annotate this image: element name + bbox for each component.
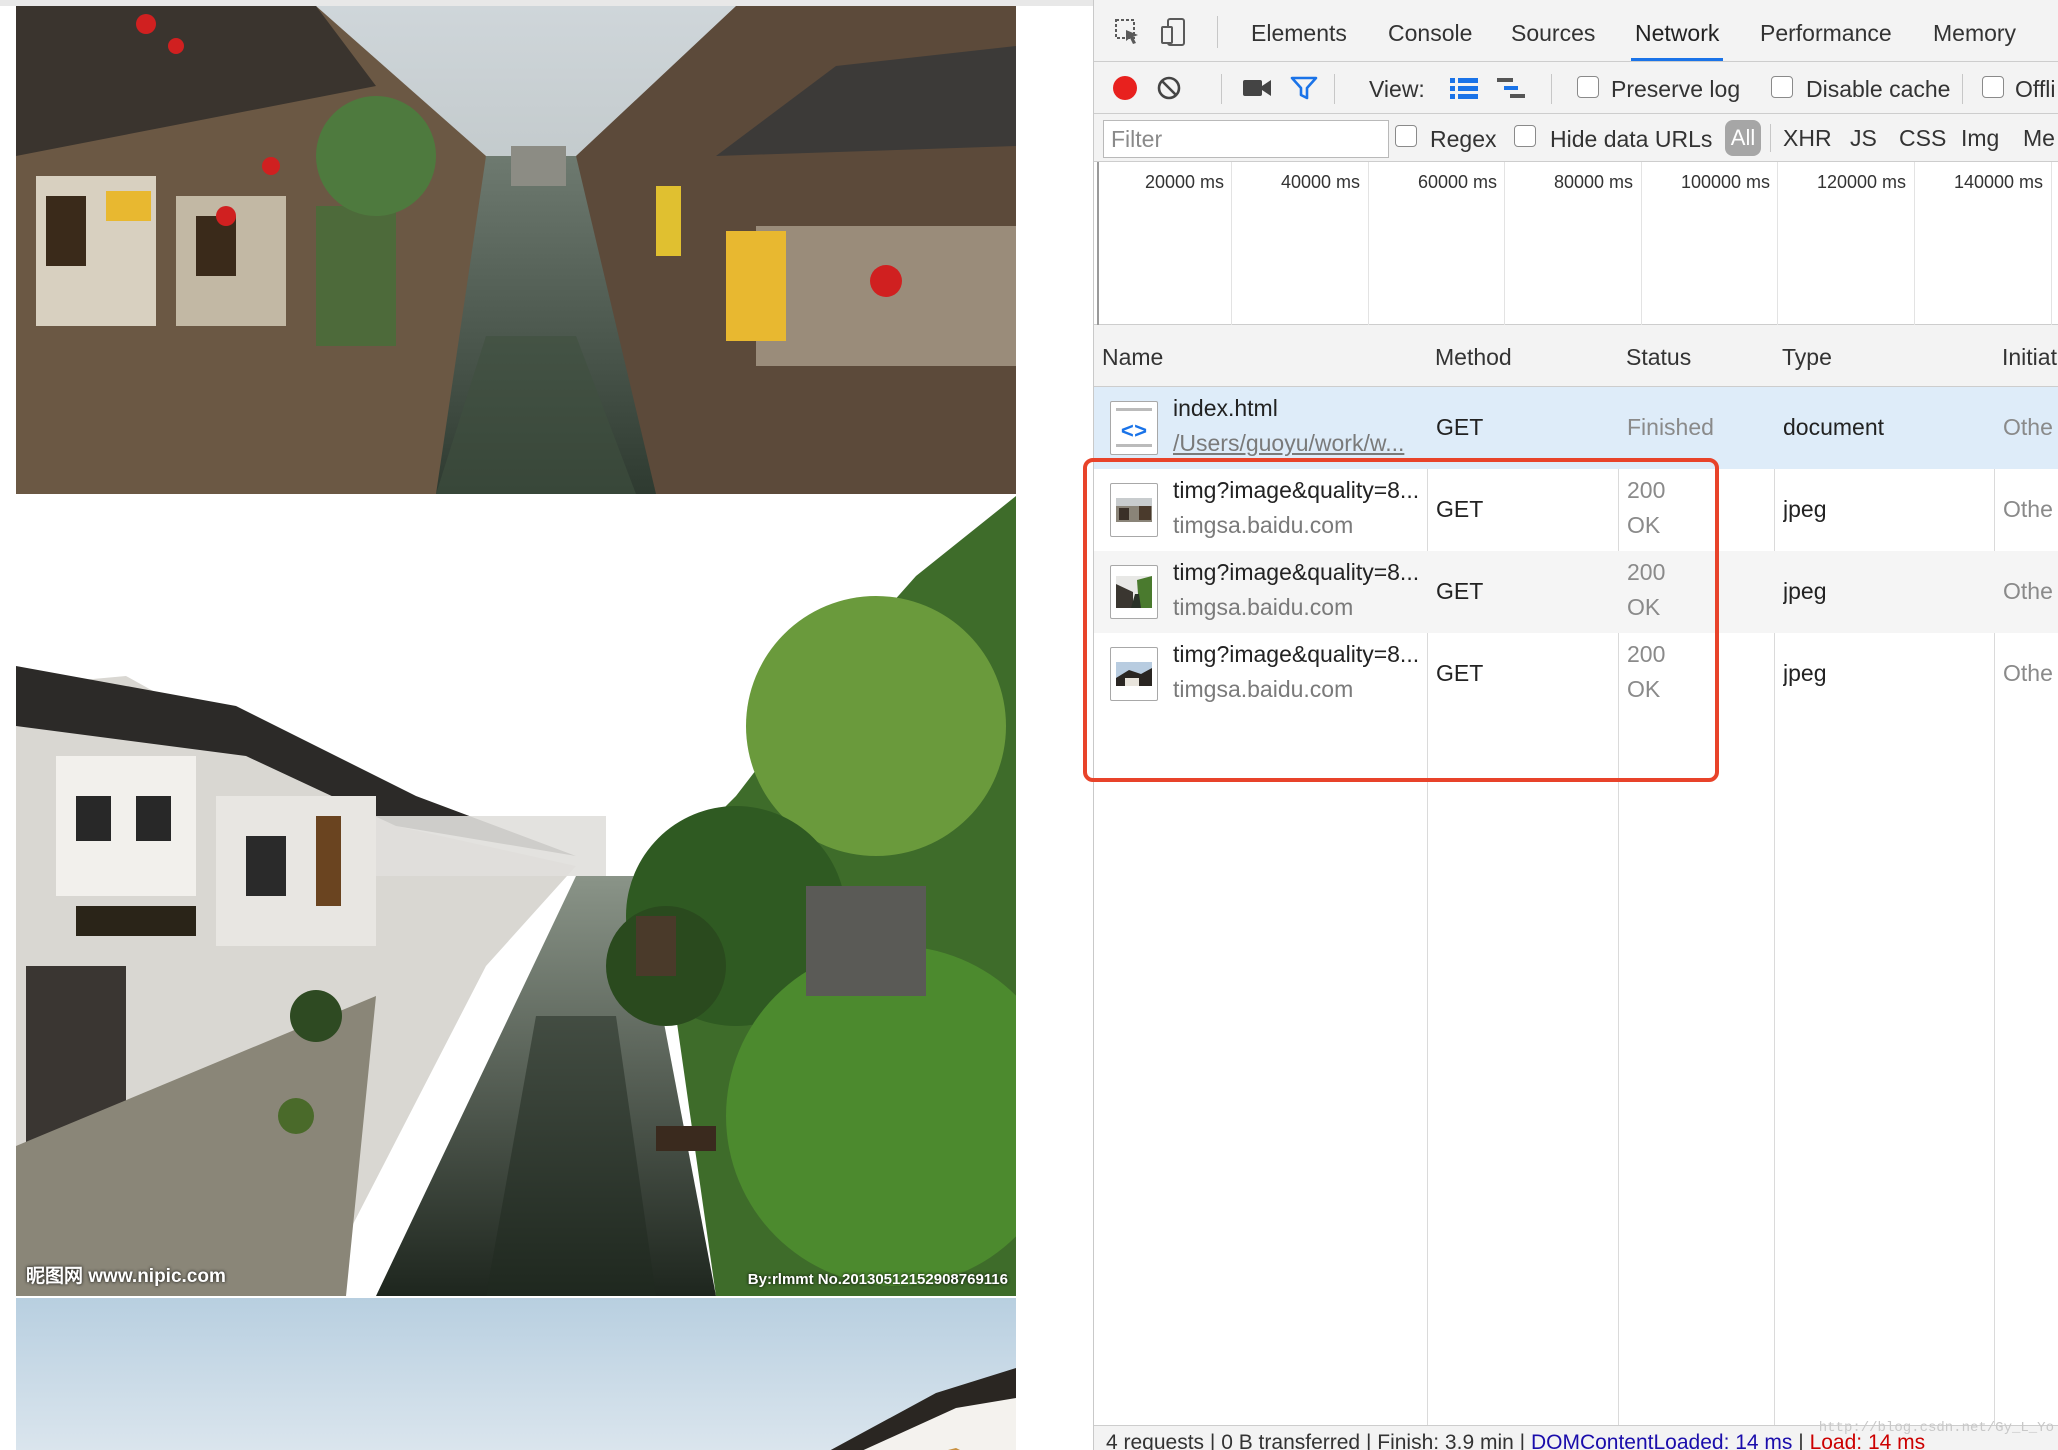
column-header-status[interactable]: Status xyxy=(1618,325,1691,387)
request-status: Finished xyxy=(1627,414,1714,440)
screenshot: 昵图网 www.nipic.com By:rlmmt No.2013051215… xyxy=(0,0,2058,1450)
preserve-log-checkbox[interactable] xyxy=(1577,76,1599,98)
image-thumbnail-icon xyxy=(1110,565,1158,619)
filter-css-button[interactable]: CSS xyxy=(1899,125,1946,152)
overview-tick-label: 120000 ms xyxy=(1816,172,1906,192)
table-row[interactable]: timg?image&quality=8... timgsa.baidu.com… xyxy=(1094,633,2058,715)
overview-tick-label: 40000 ms xyxy=(1280,172,1360,192)
webpage-viewport[interactable]: 昵图网 www.nipic.com By:rlmmt No.2013051215… xyxy=(0,6,1093,1450)
request-domain: timgsa.baidu.com xyxy=(1173,676,1354,702)
request-name: timg?image&quality=8... xyxy=(1173,641,1420,667)
request-initiator: Othe xyxy=(2003,496,2053,522)
request-type: document xyxy=(1783,414,1885,440)
request-method: GET xyxy=(1436,414,1484,440)
record-icon[interactable] xyxy=(1105,68,1145,108)
column-header-type[interactable]: Type xyxy=(1774,325,1832,387)
request-name: timg?image&quality=8... xyxy=(1173,477,1420,503)
image-thumbnail-icon xyxy=(1110,647,1158,701)
waterfall-overview-icon[interactable] xyxy=(1491,68,1531,108)
svg-text:<>: <> xyxy=(1121,420,1147,445)
request-path: /Users/guoyu/work/w... xyxy=(1173,430,1405,456)
inspect-element-icon[interactable] xyxy=(1108,12,1148,52)
request-method: GET xyxy=(1436,578,1484,604)
request-type: jpeg xyxy=(1783,578,1827,604)
status-requests: 4 requests xyxy=(1106,1431,1205,1450)
large-rows-icon[interactable] xyxy=(1444,68,1484,108)
network-toolbar: View: Preserve log Disable cache Offli xyxy=(1094,62,2058,114)
tab-elements[interactable]: Elements xyxy=(1251,0,1347,61)
regex-label: Regex xyxy=(1430,126,1497,152)
network-overview-timeline[interactable]: 20000 ms 40000 ms 60000 ms 80000 ms 1000… xyxy=(1094,162,2058,325)
offline-label: Offli xyxy=(2015,76,2056,102)
disable-cache-label: Disable cache xyxy=(1806,76,1951,102)
request-name: timg?image&quality=8... xyxy=(1173,559,1420,585)
request-domain: timgsa.baidu.com xyxy=(1173,512,1354,538)
request-status-text: OK xyxy=(1627,594,1661,620)
canal-photo-1 xyxy=(16,6,1016,494)
hide-data-urls-checkbox[interactable] xyxy=(1514,125,1536,147)
overview-tick-label: 80000 ms xyxy=(1553,172,1633,192)
photo-id-watermark: By:rlmmt No.20130512152908769116 xyxy=(747,1271,1008,1288)
status-transferred: 0 B transferred xyxy=(1221,1431,1361,1450)
request-type: jpeg xyxy=(1783,496,1827,522)
tab-memory[interactable]: Memory xyxy=(1933,0,2016,61)
tab-console[interactable]: Console xyxy=(1388,0,1472,61)
tab-sources[interactable]: Sources xyxy=(1511,0,1595,61)
request-status-code: 200 xyxy=(1627,559,1666,585)
overview-tick-label: 20000 ms xyxy=(1144,172,1224,192)
hide-data-urls-label: Hide data URLs xyxy=(1550,126,1713,152)
request-status-text: OK xyxy=(1627,512,1661,538)
table-row[interactable]: <> index.html /Users/guoyu/work/w... GET… xyxy=(1094,387,2058,469)
request-initiator: Othe xyxy=(2003,578,2053,604)
filter-js-button[interactable]: JS xyxy=(1850,125,1877,152)
status-domcontentloaded: DOMContentLoaded: 14 ms xyxy=(1530,1431,1793,1450)
nipic-watermark: 昵图网 www.nipic.com xyxy=(26,1266,226,1287)
filter-media-button[interactable]: Me xyxy=(2023,125,2055,152)
clear-icon[interactable] xyxy=(1149,68,1189,108)
regex-checkbox[interactable] xyxy=(1395,125,1417,147)
table-row[interactable]: timg?image&quality=8... timgsa.baidu.com… xyxy=(1094,551,2058,633)
preserve-log-label: Preserve log xyxy=(1611,76,1741,102)
column-header-method[interactable]: Method xyxy=(1427,325,1512,387)
request-status-code: 200 xyxy=(1627,641,1666,667)
table-row[interactable]: timg?image&quality=8... timgsa.baidu.com… xyxy=(1094,469,2058,551)
network-filter-bar: Regex Hide data URLs All XHR JS CSS Img … xyxy=(1094,114,2058,162)
canal-photo-3 xyxy=(16,1298,1016,1450)
request-type: jpeg xyxy=(1783,660,1827,686)
blog-watermark: http://blog.csdn.net/Gy_L_Yo xyxy=(1818,1420,2054,1436)
device-toolbar-icon[interactable] xyxy=(1154,12,1194,52)
table-header: Name Method Status Type Initiat xyxy=(1094,325,2058,387)
request-status-text: OK xyxy=(1627,676,1661,702)
screenshot-camera-icon[interactable] xyxy=(1237,68,1277,108)
status-finish: Finish: 3.9 min xyxy=(1377,1431,1514,1450)
request-domain: timgsa.baidu.com xyxy=(1173,594,1354,620)
devtools-tab-bar: Elements Console Sources Network Perform… xyxy=(1094,0,2058,62)
filter-xhr-button[interactable]: XHR xyxy=(1783,125,1832,152)
filter-img-button[interactable]: Img xyxy=(1961,125,1999,152)
image-thumbnail-icon xyxy=(1110,483,1158,537)
filter-funnel-icon[interactable] xyxy=(1284,68,1324,108)
request-method: GET xyxy=(1436,660,1484,686)
devtools-panel: Elements Console Sources Network Perform… xyxy=(1093,0,2058,1450)
request-name: index.html xyxy=(1173,395,1278,421)
column-header-initiator[interactable]: Initiat xyxy=(1994,325,2057,387)
request-status-code: 200 xyxy=(1627,477,1666,503)
view-label: View: xyxy=(1369,76,1425,102)
tab-performance[interactable]: Performance xyxy=(1760,0,1892,61)
overview-tick-label: 140000 ms xyxy=(1953,172,2043,192)
overview-tick-label: 100000 ms xyxy=(1680,172,1770,192)
disable-cache-checkbox[interactable] xyxy=(1771,76,1793,98)
column-header-name[interactable]: Name xyxy=(1094,325,1163,387)
offline-checkbox[interactable] xyxy=(1982,76,2004,98)
overview-tick-label: 60000 ms xyxy=(1417,172,1497,192)
request-method: GET xyxy=(1436,496,1484,522)
request-initiator: Othe xyxy=(2003,660,2053,686)
filter-input[interactable] xyxy=(1103,120,1389,158)
filter-all-button[interactable]: All xyxy=(1725,120,1761,156)
network-request-table: Name Method Status Type Initiat <> index… xyxy=(1094,325,2058,1425)
html-document-icon: <> xyxy=(1110,401,1158,455)
request-initiator: Othe xyxy=(2003,414,2053,440)
tab-network[interactable]: Network xyxy=(1631,0,1724,61)
canal-photo-2: 昵图网 www.nipic.com By:rlmmt No.2013051215… xyxy=(16,496,1016,1296)
